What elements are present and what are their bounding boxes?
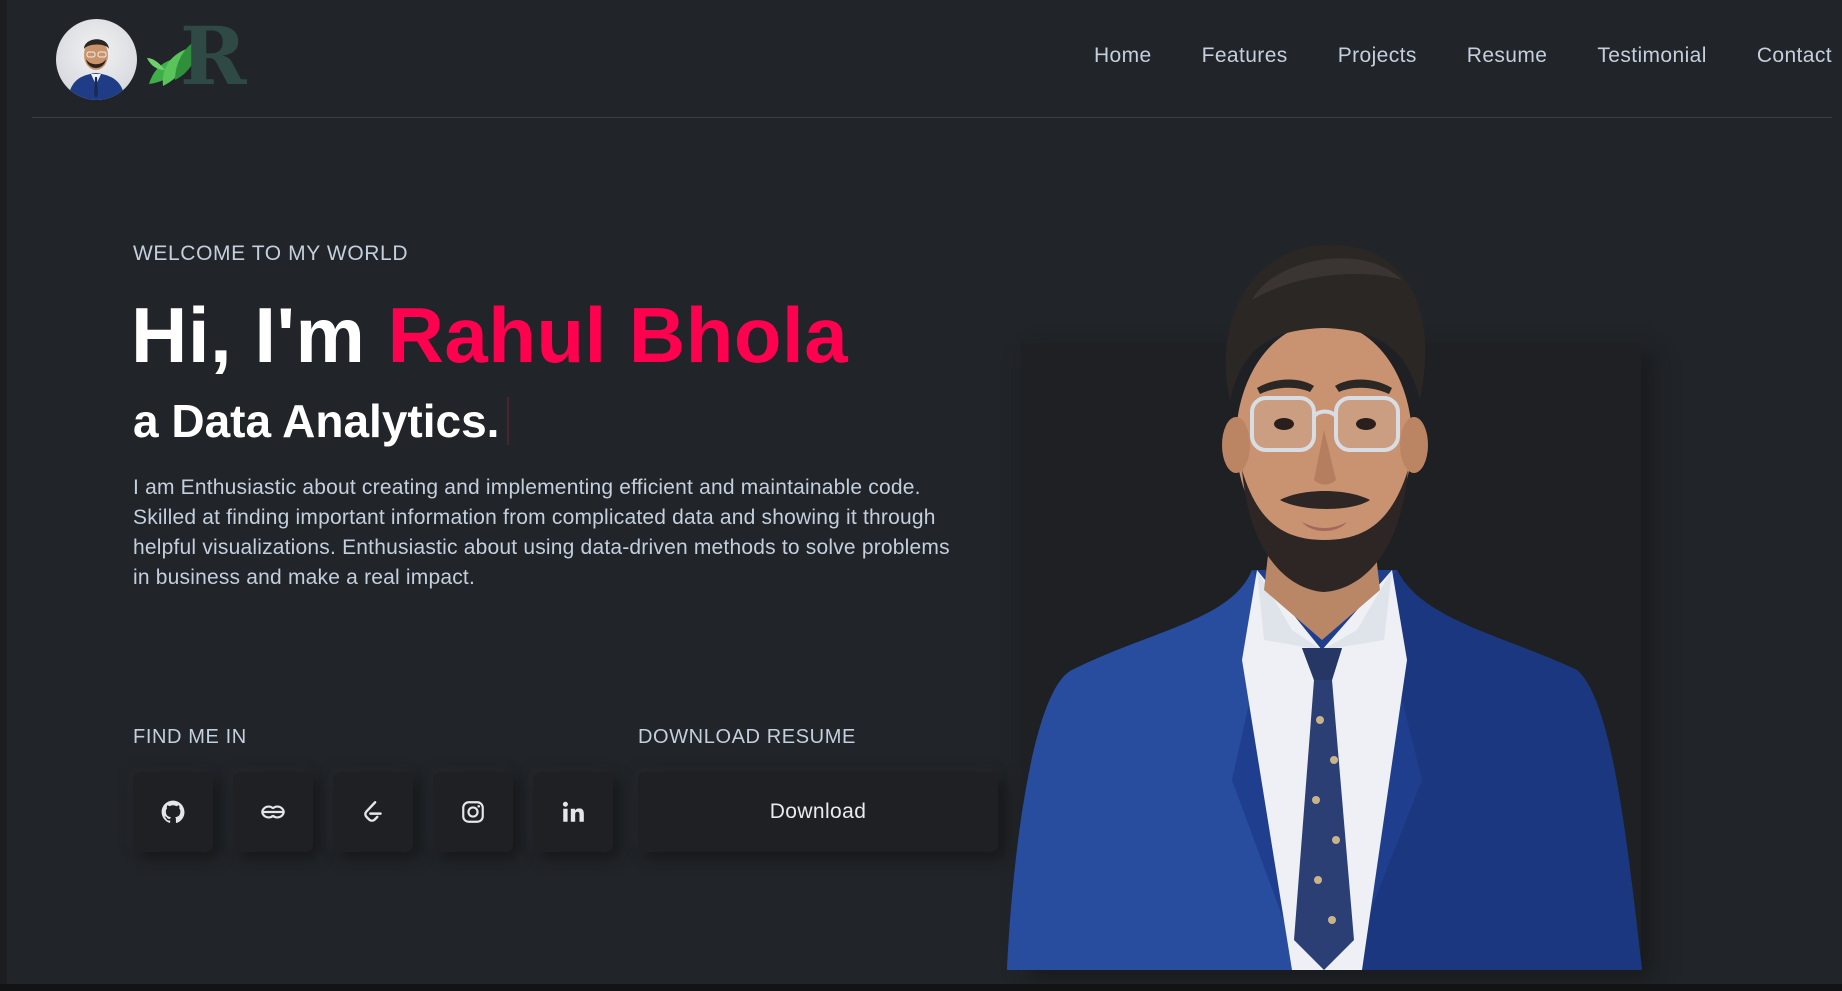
download-resume-label: DOWNLOAD RESUME xyxy=(638,726,856,748)
welcome-text: WELCOME TO MY WORLD xyxy=(133,242,409,265)
github-icon xyxy=(161,800,185,823)
nav-contact[interactable]: Contact xyxy=(1757,44,1832,68)
geeksforgeeks-icon xyxy=(261,805,285,819)
download-button[interactable]: Download xyxy=(638,772,998,852)
hero-greeting: Hi, I'm xyxy=(131,291,388,379)
geeksforgeeks-button[interactable] xyxy=(233,772,313,852)
instagram-button[interactable] xyxy=(433,772,513,852)
instagram-icon xyxy=(462,801,484,823)
nav-features[interactable]: Features xyxy=(1202,44,1288,68)
bottom-edge xyxy=(0,984,1842,991)
hero-name: Rahul Bhola xyxy=(387,291,849,379)
page-frame: R Home Features Projects Resume Testimon… xyxy=(7,0,1842,984)
hero-title: Hi, I'm Rahul Bhola xyxy=(131,290,848,381)
nav-projects[interactable]: Projects xyxy=(1338,44,1417,68)
brand-logo[interactable]: R xyxy=(145,16,269,96)
github-button[interactable] xyxy=(133,772,213,852)
avatar-image xyxy=(68,39,125,100)
brand-letter: R xyxy=(180,9,247,103)
social-links xyxy=(133,772,633,852)
nav-resume[interactable]: Resume xyxy=(1467,44,1548,68)
linkedin-icon xyxy=(562,801,584,822)
role-text: a Data Analytics. xyxy=(133,394,510,448)
avatar[interactable] xyxy=(56,19,137,100)
linkedin-button[interactable] xyxy=(533,772,613,852)
leetcode-icon xyxy=(364,801,382,822)
nav-home[interactable]: Home xyxy=(1094,44,1152,68)
find-me-label: FIND ME IN xyxy=(133,726,247,748)
hero-description: I am Enthusiastic about creating and imp… xyxy=(133,476,950,589)
portrait-image xyxy=(1002,240,1647,970)
header: R Home Features Projects Resume Testimon… xyxy=(32,0,1832,118)
typing-cursor xyxy=(507,397,510,445)
leetcode-button[interactable] xyxy=(333,772,413,852)
portrait-graphic xyxy=(1007,244,1642,970)
nav-testimonial[interactable]: Testimonial xyxy=(1597,44,1706,68)
main-nav: Home Features Projects Resume Testimonia… xyxy=(1044,44,1832,68)
role-label: a Data Analytics. xyxy=(133,395,500,447)
